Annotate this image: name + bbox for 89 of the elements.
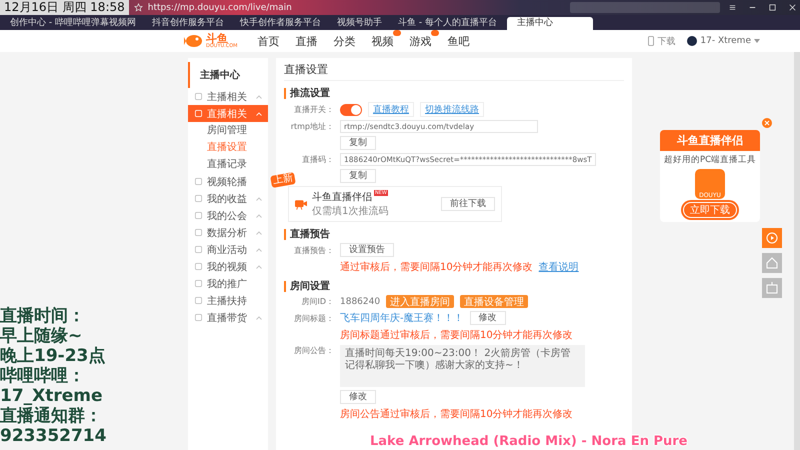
overlay-text: 直播通知群： bbox=[0, 406, 103, 426]
caret-icon[interactable] bbox=[256, 316, 262, 320]
nav-link[interactable]: 分类 bbox=[334, 34, 356, 48]
robot-icon[interactable] bbox=[762, 278, 782, 298]
nav-link[interactable]: 直播 bbox=[296, 34, 318, 48]
overlay-text: 哔哩哔哩： bbox=[0, 366, 86, 386]
play-icon[interactable] bbox=[762, 228, 782, 248]
set-preview-button[interactable]: 设置预告 bbox=[340, 243, 394, 257]
room-title: 飞车四周年庆-魔王赛！！！ bbox=[340, 312, 464, 325]
room-id: 1886240 bbox=[340, 296, 380, 306]
browser-tab[interactable]: 抖音创作服务平台 bbox=[146, 17, 230, 30]
section-heading: 房间设置 bbox=[284, 281, 624, 292]
edit-button[interactable]: 修改 bbox=[340, 390, 376, 404]
download-link[interactable]: 下载 bbox=[657, 34, 676, 48]
field-label: 直播预告： bbox=[293, 244, 334, 256]
sidebar-item[interactable]: 主播扶持 bbox=[188, 292, 268, 309]
field-label: rtmp地址： bbox=[290, 121, 334, 132]
sidebar-item[interactable]: 我的公会 bbox=[188, 207, 268, 224]
overlay-text: 17_Xtreme bbox=[0, 386, 104, 406]
caret-icon[interactable] bbox=[256, 230, 262, 234]
restore-icon[interactable] bbox=[768, 3, 777, 12]
help-link[interactable]: 查看说明 bbox=[538, 260, 579, 274]
warning-text: 房间公告通过审核后，需要间隔10分钟才能再次修改 bbox=[340, 408, 573, 421]
field-label: 房间ID： bbox=[300, 296, 334, 307]
browser-tab[interactable]: 快手创作者服务平台 bbox=[234, 17, 327, 30]
caret-icon[interactable] bbox=[256, 264, 262, 268]
copy-button[interactable]: 复制 bbox=[340, 169, 376, 183]
field-label: 直播开关： bbox=[293, 104, 334, 115]
clock-overlay: 12月16日 周四 18:58 bbox=[0, 0, 129, 15]
close-icon[interactable] bbox=[788, 3, 797, 12]
nav-link[interactable]: 首页 bbox=[258, 34, 280, 48]
caret-icon[interactable] bbox=[256, 214, 262, 218]
user-name[interactable]: 17- Xtreme bbox=[700, 36, 751, 46]
caret-icon[interactable] bbox=[256, 248, 262, 252]
sidebar-item[interactable]: 商业活动 bbox=[188, 241, 268, 258]
nav-link[interactable]: 视频 bbox=[372, 34, 394, 48]
section-heading: 直播预告 bbox=[284, 229, 624, 240]
warning-text: 房间标题通过审核后，需要间隔10分钟才能再次修改 bbox=[340, 328, 573, 342]
promo-title: 斗鱼直播伴侣 bbox=[312, 190, 372, 204]
avatar-icon[interactable] bbox=[687, 36, 698, 46]
link-button[interactable]: 直播教程 bbox=[368, 102, 414, 117]
field-label: 房间公告： bbox=[293, 345, 334, 356]
browser-tab[interactable]: 视频号助手 bbox=[330, 17, 388, 30]
browser-tab[interactable]: 主播中心 bbox=[506, 17, 593, 30]
scrollbar[interactable] bbox=[794, 52, 800, 450]
page-title: 直播设置 bbox=[284, 62, 624, 81]
now-playing-text: Lake Arrowhead (Radio Mix) - Nora En Pure bbox=[370, 434, 688, 449]
sidebar-item[interactable]: 数据分析 bbox=[188, 224, 268, 241]
sidebar-item[interactable]: 主播相关 bbox=[188, 88, 268, 105]
browser-tab[interactable]: 斗鱼 - 每个人的直播平台 bbox=[392, 17, 503, 30]
field-label: 房间标题： bbox=[293, 312, 334, 324]
nav-link[interactable]: 游戏 bbox=[410, 34, 432, 48]
overlay-text: 早上随缘~ bbox=[0, 326, 84, 346]
address-bar[interactable]: https://mp.douyu.com/live/main bbox=[148, 2, 292, 12]
edit-button[interactable]: 修改 bbox=[470, 311, 506, 325]
home-icon[interactable] bbox=[762, 253, 782, 273]
popup-text: 超好用的PC端直播工具 bbox=[664, 154, 756, 166]
promo-text: 仅需填1次推流码 bbox=[312, 204, 390, 218]
bookmark-star-icon[interactable] bbox=[134, 3, 143, 12]
sidebar-item[interactable]: 我的视频 bbox=[188, 258, 268, 275]
sidebar-item[interactable]: 直播带货 bbox=[188, 309, 268, 326]
link-button[interactable]: 切换推流线路 bbox=[420, 102, 484, 117]
sidebar-subitem[interactable]: 房间管理 bbox=[188, 122, 268, 139]
sidebar-item[interactable]: 视频轮播 bbox=[188, 173, 268, 190]
sidebar-subitem[interactable]: 直播记录 bbox=[188, 156, 268, 173]
caret-icon[interactable] bbox=[256, 94, 262, 98]
caret-icon[interactable] bbox=[256, 196, 262, 200]
download-button[interactable]: 前往下载 bbox=[441, 197, 495, 211]
copy-button[interactable]: 复制 bbox=[340, 136, 376, 150]
overlay-text: 直播时间： bbox=[0, 306, 86, 326]
fish-logo-icon[interactable] bbox=[184, 33, 204, 49]
section-heading: 推流设置 bbox=[284, 88, 624, 99]
popup-title: 斗鱼直播伴侣 bbox=[660, 130, 760, 151]
video-camera-icon bbox=[295, 198, 307, 210]
menu-icon[interactable] bbox=[728, 3, 737, 12]
search-field[interactable] bbox=[570, 2, 720, 13]
warning-text: 通过审核后，需要间隔10分钟才能再次修改 bbox=[340, 260, 533, 274]
overlay-text: 晚上19-23点 bbox=[0, 346, 106, 366]
phone-icon[interactable] bbox=[648, 36, 654, 46]
browser-tab[interactable]: 创作中心 - 哔哩哔哩弹幕视频网 bbox=[4, 17, 142, 30]
sidebar-item[interactable]: 我的收益 bbox=[188, 190, 268, 207]
live-toggle[interactable] bbox=[340, 104, 362, 116]
sidebar-title: 主播中心 bbox=[188, 62, 268, 88]
notice-textarea[interactable]: 直播时间每天19:00~23:00！ 2火箭房管（卡房管记得私聊我一下噢）感谢大家的支持~！ bbox=[340, 345, 585, 387]
nav-link[interactable]: 鱼吧 bbox=[448, 34, 470, 48]
sidebar-item[interactable]: 我的推广 bbox=[188, 275, 268, 292]
overlay-text: 923352714 bbox=[0, 426, 108, 446]
caret-icon[interactable] bbox=[754, 39, 760, 43]
field-label: 直播码： bbox=[301, 154, 334, 165]
